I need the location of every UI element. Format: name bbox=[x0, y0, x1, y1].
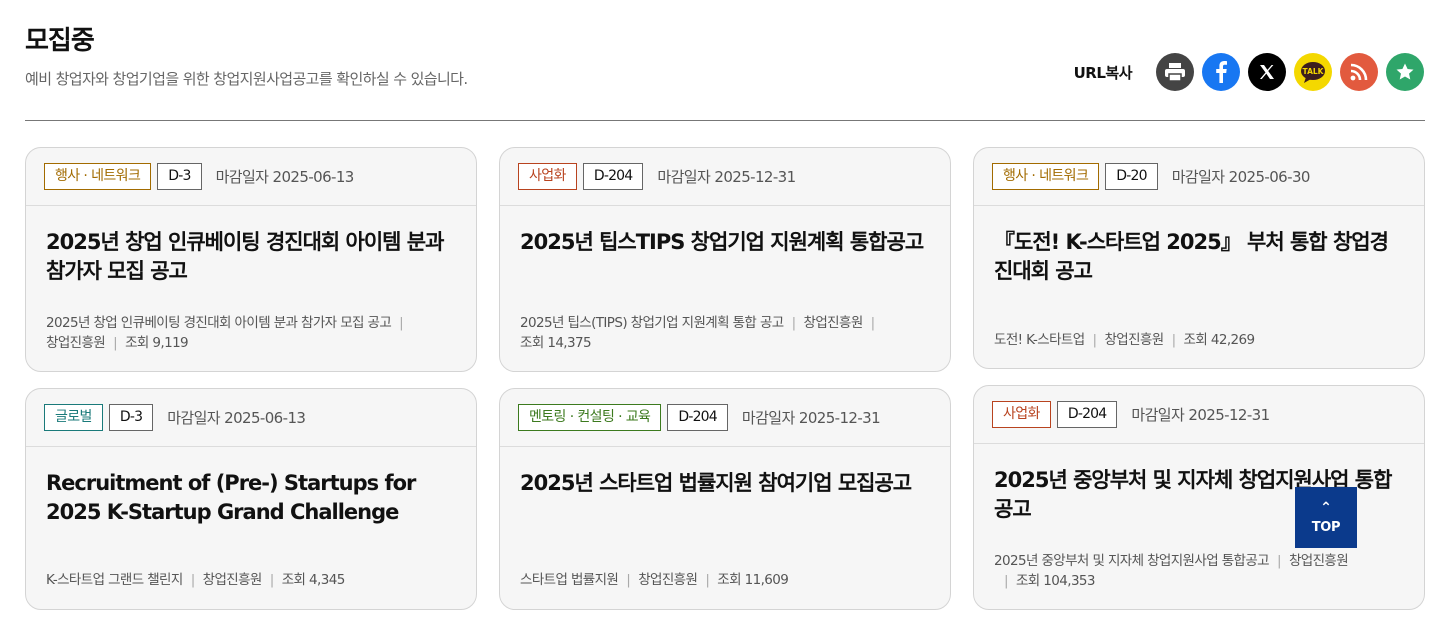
meta-organization: 창업진흥원 bbox=[46, 335, 106, 351]
page-title: 모집중 bbox=[25, 26, 95, 56]
meta-views: 조회 14,375 bbox=[520, 335, 592, 351]
meta-views: 조회 9,119 bbox=[125, 335, 189, 351]
card-meta: 2025년 중앙부처 및 지자체 창업지원사업 통합공고 | 창업진흥원 | 조회 1… bbox=[994, 553, 1349, 589]
meta-summary: 스타트업 법률지원 bbox=[520, 572, 619, 588]
card-header: 글로벌 D-3 마감일자 2025-06-13 bbox=[26, 389, 476, 447]
announcement-card[interactable]: 멘토링 · 컨설팅 · 교육 D-204 마감일자 2025-12-31 202… bbox=[499, 388, 951, 610]
meta-organization: 창업진흥원 bbox=[1104, 332, 1164, 348]
deadline-date: 마감일자 2025-12-31 bbox=[657, 168, 796, 186]
star-icon bbox=[1396, 63, 1414, 80]
card-title[interactable]: 2025년 팁스TIPS 창업기업 지원계획 통합공고 bbox=[520, 228, 930, 257]
meta-organization: 창업진흥원 bbox=[202, 572, 263, 588]
meta-summary: 도전! K-스타트업 bbox=[994, 332, 1085, 348]
card-meta: 스타트업 법률지원 | 창업진흥원 | 조회 11,609 bbox=[520, 572, 789, 588]
meta-views: 조회 4,345 bbox=[281, 572, 346, 588]
card-title[interactable]: Recruitment of (Pre-) Startups for 2025 … bbox=[46, 469, 456, 527]
card-title[interactable]: 『도전! K-스타트업 2025』 부처 통합 창업경진대회 공고 bbox=[994, 228, 1404, 286]
meta-summary: 2025년 창업 인큐베이팅 경진대회 아이템 분과 참가자 모집 공고 bbox=[46, 315, 392, 331]
card-header: 행사 · 네트워크 D-3 마감일자 2025-06-13 bbox=[26, 148, 476, 206]
share-bar: URL복사 TALK bbox=[1074, 53, 1424, 91]
meta-summary: 2025년 중앙부처 및 지자체 창업지원사업 통합공고 bbox=[994, 553, 1270, 569]
meta-views: 조회 104,353 bbox=[1015, 573, 1096, 589]
rss-button[interactable] bbox=[1340, 53, 1378, 91]
svg-text:TALK: TALK bbox=[1303, 67, 1325, 76]
card-title[interactable]: 2025년 스타트업 법률지원 참여기업 모집공고 bbox=[520, 469, 930, 498]
favorite-button[interactable] bbox=[1386, 53, 1424, 91]
deadline-date: 마감일자 2025-12-31 bbox=[741, 409, 881, 427]
card-header: 사업화 D-204 마감일자 2025-12-31 bbox=[500, 148, 950, 206]
dday-badge: D-204 bbox=[1056, 401, 1118, 428]
announcement-card[interactable]: 글로벌 D-3 마감일자 2025-06-13 Recruitment of (… bbox=[25, 388, 477, 610]
announcement-card[interactable]: 행사 · 네트워크 D-3 마감일자 2025-06-13 2025년 창업 인… bbox=[25, 147, 477, 372]
meta-organization: 창업진흥원 bbox=[638, 572, 698, 588]
meta-views: 조회 42,269 bbox=[1183, 332, 1256, 348]
page-description: 예비 창업자와 창업기업을 위한 창업지원사업공고를 확인하실 수 있습니다. bbox=[25, 70, 468, 88]
category-badge: 행사 · 네트워크 bbox=[44, 163, 152, 190]
deadline-date: 마감일자 2025-06-30 bbox=[1171, 168, 1311, 186]
category-badge: 사업화 bbox=[518, 163, 577, 190]
kakaotalk-button[interactable]: TALK bbox=[1294, 53, 1332, 91]
card-meta: 2025년 창업 인큐베이팅 경진대회 아이템 분과 참가자 모집 공고 | 창업… bbox=[46, 315, 404, 351]
card-meta: 2025년 팁스(TIPS) 창업기업 지원계획 통합 공고 | 창업진흥원 | 조회… bbox=[520, 315, 875, 351]
meta-summary: 2025년 팁스(TIPS) 창업기업 지원계획 통합 공고 bbox=[520, 315, 784, 331]
facebook-icon bbox=[1216, 61, 1227, 83]
kakaotalk-icon: TALK bbox=[1301, 62, 1325, 83]
dday-badge: D-204 bbox=[582, 163, 644, 190]
category-badge: 멘토링 · 컨설팅 · 교육 bbox=[518, 404, 662, 431]
dday-badge: D-3 bbox=[108, 404, 154, 431]
deadline-date: 마감일자 2025-12-31 bbox=[1131, 406, 1270, 424]
category-badge: 행사 · 네트워크 bbox=[992, 163, 1100, 190]
chevron-up-icon: ⌃ bbox=[1320, 499, 1332, 516]
announcement-card[interactable]: 사업화 D-204 마감일자 2025-12-31 2025년 중앙부처 및 지… bbox=[973, 385, 1425, 610]
announcement-card[interactable]: 사업화 D-204 마감일자 2025-12-31 2025년 팁스TIPS 창… bbox=[499, 147, 951, 372]
print-icon bbox=[1165, 63, 1185, 82]
x-button[interactable] bbox=[1248, 53, 1286, 91]
category-badge: 글로벌 bbox=[44, 404, 103, 431]
dday-badge: D-204 bbox=[667, 404, 728, 431]
meta-views: 조회 11,609 bbox=[717, 572, 789, 588]
dday-badge: D-20 bbox=[1105, 163, 1158, 190]
facebook-button[interactable] bbox=[1202, 53, 1240, 91]
header-divider bbox=[25, 120, 1425, 121]
announcement-card[interactable]: 행사 · 네트워크 D-20 마감일자 2025-06-30 『도전! K-스타… bbox=[973, 147, 1425, 369]
card-meta: 도전! K-스타트업 | 창업진흥원 | 조회 42,269 bbox=[994, 332, 1256, 348]
category-badge: 사업화 bbox=[992, 401, 1051, 428]
x-icon bbox=[1260, 65, 1274, 79]
card-title[interactable]: 2025년 창업 인큐베이팅 경진대회 아이템 분과 참가자 모집 공고 bbox=[46, 228, 456, 286]
deadline-date: 마감일자 2025-06-13 bbox=[167, 409, 306, 427]
card-meta: K-스타트업 그랜드 챌린지 | 창업진흥원 | 조회 4,345 bbox=[46, 572, 346, 588]
meta-summary: K-스타트업 그랜드 챌린지 bbox=[46, 572, 183, 588]
meta-organization: 창업진흥원 bbox=[1288, 553, 1349, 569]
card-header: 멘토링 · 컨설팅 · 교육 D-204 마감일자 2025-12-31 bbox=[500, 389, 950, 447]
card-header: 사업화 D-204 마감일자 2025-12-31 bbox=[974, 386, 1424, 444]
deadline-date: 마감일자 2025-06-13 bbox=[215, 168, 355, 186]
card-header: 행사 · 네트워크 D-20 마감일자 2025-06-30 bbox=[974, 148, 1424, 206]
top-label: TOP bbox=[1311, 519, 1341, 535]
scroll-top-button[interactable]: ⌃ TOP bbox=[1295, 487, 1357, 548]
print-button[interactable] bbox=[1156, 53, 1194, 91]
rss-icon bbox=[1350, 63, 1368, 81]
meta-organization: 창업진흥원 bbox=[803, 315, 864, 331]
dday-badge: D-3 bbox=[157, 163, 202, 190]
url-copy-button[interactable]: URL복사 bbox=[1074, 62, 1133, 83]
